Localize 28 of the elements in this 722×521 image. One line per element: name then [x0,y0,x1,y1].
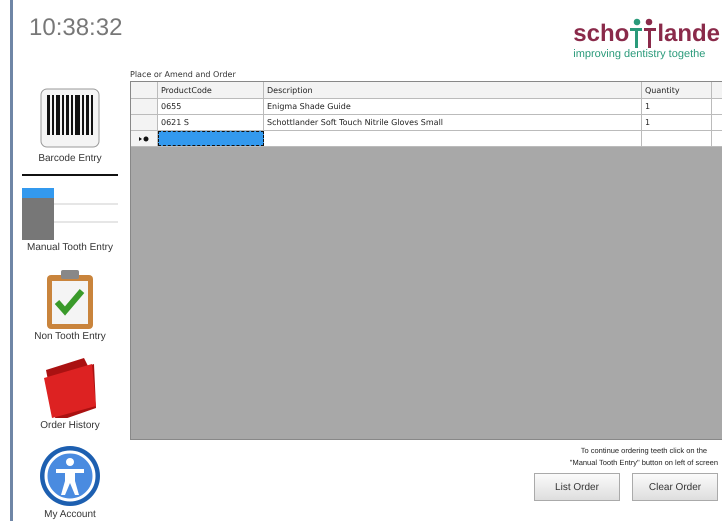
sidebar-label[interactable]: Non Tooth Entry [34,331,106,342]
column-header[interactable]: Description [264,82,642,98]
order-button[interactable]: Clear Order [632,473,718,501]
sidebar-label[interactable]: Barcode Entry [38,153,102,164]
logo-text: scho [573,20,630,48]
column-header[interactable]: Quantity [642,82,712,98]
sidebar-label[interactable]: Order History [40,420,100,431]
table-cell[interactable]: Enigma Shade Guide [264,99,642,114]
accessibility-icon[interactable] [39,445,101,507]
table-cell[interactable]: 0621 S [158,115,264,130]
table-cell[interactable]: 0655 [158,99,264,114]
clipboard-check-icon[interactable] [45,269,95,329]
sidebar-label[interactable]: My Account [44,509,96,520]
order-button[interactable]: List Order [534,473,620,501]
tooth-chart-icon[interactable] [22,174,118,240]
table-cell[interactable]: Schottlander Soft Touch Nitrile Gloves Small [264,115,642,130]
logo-figures-icon [630,18,656,48]
column-header[interactable]: ProductCode [158,82,264,98]
table-cell[interactable]: 1 [642,115,712,130]
sidebar-label[interactable]: Manual Tooth Entry [27,242,113,253]
folder-icon[interactable] [42,356,98,418]
clock: 10:38:32 [28,13,122,43]
new-row-cell[interactable] [158,131,264,146]
logo-text: lande [657,20,720,48]
logo-tagline: improving dentistry togethe [573,48,706,60]
section-title: Place or Amend and Order [130,70,237,81]
new-row-icon [139,136,149,142]
table-cell[interactable]: 1 [642,99,712,114]
